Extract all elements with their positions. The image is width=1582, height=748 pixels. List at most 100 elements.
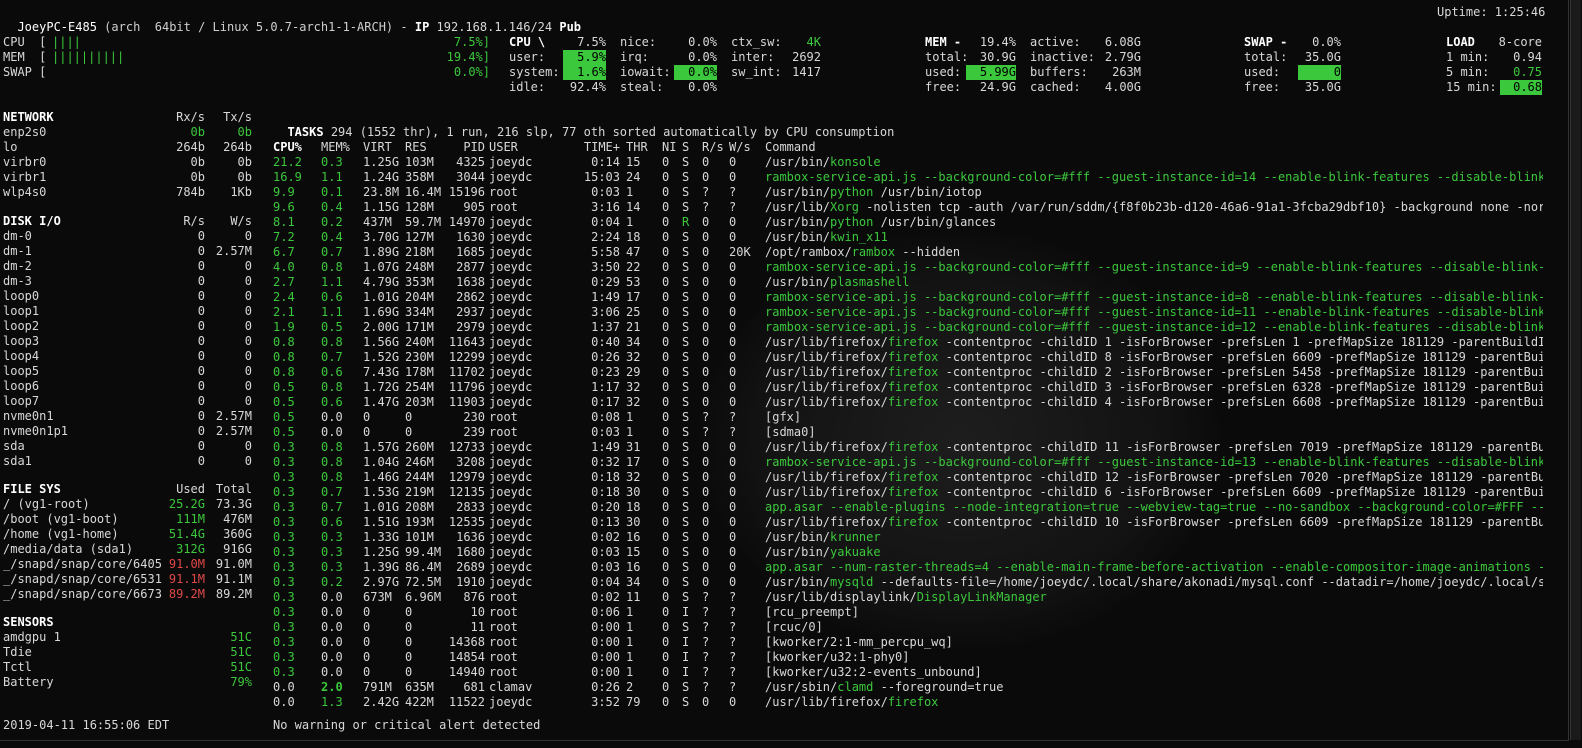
process-cell: 3:52 bbox=[591, 695, 620, 709]
load-value: 0.68 bbox=[1500, 80, 1542, 95]
filesys-title: FILE SYS bbox=[3, 482, 61, 496]
process-command: [kworker/u32:2-events_unbound] bbox=[765, 665, 982, 679]
process-cell: S bbox=[682, 560, 690, 574]
process-cell: 11522 bbox=[448, 695, 485, 709]
process-cell: 32 bbox=[626, 380, 641, 394]
process-cell: 0 bbox=[729, 290, 737, 304]
mem-active-label: active: bbox=[1030, 35, 1081, 49]
process-cell: 0 bbox=[702, 335, 710, 349]
disk-device: loop4 bbox=[3, 349, 40, 363]
disk-read: 0 bbox=[197, 424, 205, 438]
process-cell: 1 bbox=[626, 185, 634, 199]
filesys-used-header: Used bbox=[176, 482, 205, 496]
process-cell: 1 bbox=[626, 620, 634, 634]
disk-device: dm-3 bbox=[3, 274, 32, 288]
process-cell: 0.7 bbox=[321, 485, 343, 499]
process-cell: 0 bbox=[662, 350, 670, 364]
process-cell: 1:49 bbox=[591, 440, 620, 454]
process-cell: joeydc bbox=[489, 365, 533, 379]
filesys-used: 89.2M bbox=[168, 587, 205, 601]
disk-read: 0 bbox=[197, 274, 205, 288]
process-cell: 0:00 bbox=[591, 650, 620, 664]
filesys-used: 91.0M bbox=[168, 557, 205, 571]
cpu-stat-value: 1.6% bbox=[563, 65, 606, 80]
process-cell: 0 bbox=[363, 650, 371, 664]
process-cell: root bbox=[489, 590, 518, 604]
network-interface: virbr0 bbox=[3, 155, 47, 169]
sensor-value: 51C bbox=[230, 630, 252, 644]
process-command: /usr/bin/plasmashell bbox=[765, 275, 910, 289]
process-cell: 11796 bbox=[448, 380, 485, 394]
process-cell: ? bbox=[702, 635, 710, 649]
cpu-stat-label: idle: bbox=[509, 80, 546, 94]
process-cell: root bbox=[489, 605, 518, 619]
process-cell: 0 bbox=[662, 440, 670, 454]
process-cell: 0.3 bbox=[321, 545, 343, 559]
process-cell: ? bbox=[729, 425, 737, 439]
diskio-write-header: W/s bbox=[230, 214, 252, 228]
filesys-mount: _/snapd/snap/core/6673 bbox=[3, 587, 162, 601]
process-cell: ? bbox=[702, 605, 710, 619]
process-cell: 12979 bbox=[448, 470, 485, 484]
process-cell: 0 bbox=[662, 470, 670, 484]
process-command: /usr/lib/firefox/firefox -contentproc -c… bbox=[765, 470, 1543, 484]
process-cell: 0.8 bbox=[321, 455, 343, 469]
process-cell: 0 bbox=[662, 665, 670, 679]
tasks-summary: TASKS 294 (1552 thr), 1 run, 216 slp, 77… bbox=[273, 110, 894, 139]
process-command: /usr/bin/krunner bbox=[765, 530, 881, 544]
process-cell: root bbox=[489, 200, 518, 214]
process-cell: 876 bbox=[463, 590, 485, 604]
process-cell: 219M bbox=[405, 485, 434, 499]
process-cell: 0 bbox=[729, 365, 737, 379]
sensor-name: Tdie bbox=[3, 645, 32, 659]
process-cell: 0.2 bbox=[321, 575, 343, 589]
disk-write: 2.57M bbox=[215, 244, 252, 258]
process-cell: root bbox=[489, 665, 518, 679]
process-cell: 21 bbox=[626, 320, 641, 334]
process-column-header: R/s bbox=[702, 140, 724, 154]
process-column-header: S bbox=[682, 140, 690, 154]
process-cell: 208M bbox=[405, 500, 434, 514]
process-cell: 1 bbox=[626, 215, 634, 229]
process-cell: 0.7 bbox=[321, 350, 343, 364]
mem-stat-label: free: bbox=[925, 80, 962, 94]
process-cell: 0 bbox=[729, 530, 737, 544]
process-command: [sdma0] bbox=[765, 425, 816, 439]
process-cell: 0 bbox=[729, 455, 737, 469]
process-cell: 1:37 bbox=[591, 320, 620, 334]
filesys-total-header: Total bbox=[215, 482, 252, 496]
network-tx-header: Tx/s bbox=[223, 110, 252, 124]
process-cell: 2937 bbox=[456, 305, 485, 319]
uptime: Uptime: 1:25:46 bbox=[1437, 5, 1546, 19]
swap-percent: 0.0% bbox=[1312, 35, 1341, 49]
process-command: /usr/lib/firefox/firefox bbox=[765, 695, 939, 709]
process-cell: 30 bbox=[626, 515, 641, 529]
process-cell: 1 bbox=[626, 665, 634, 679]
process-cell: 0 bbox=[729, 350, 737, 364]
process-cell: S bbox=[682, 200, 690, 214]
process-cell: 254M bbox=[405, 380, 434, 394]
network-rx: 0b bbox=[190, 125, 205, 139]
process-cell: ? bbox=[729, 590, 737, 604]
process-command: /usr/lib/displaylink/DisplayLinkManager bbox=[765, 590, 1047, 604]
process-cell: 15:03 bbox=[583, 170, 620, 184]
process-cell: 0.0 bbox=[321, 650, 343, 664]
disk-device: nvme0n1 bbox=[3, 409, 54, 423]
terminal-scrollbar[interactable] bbox=[1570, 0, 1581, 740]
process-cell: 72.5M bbox=[405, 575, 442, 589]
process-cell: 0 bbox=[729, 545, 737, 559]
process-cell: ? bbox=[729, 185, 737, 199]
process-cell: 0 bbox=[729, 335, 737, 349]
process-cell: 0:17 bbox=[591, 395, 620, 409]
process-cell: 0 bbox=[702, 305, 710, 319]
process-cell: joeydc bbox=[489, 275, 533, 289]
process-cell: 12299 bbox=[448, 350, 485, 364]
process-command: rambox-service-api.js --background-color… bbox=[765, 290, 1543, 304]
diskio-title: DISK I/O bbox=[3, 214, 61, 228]
process-cell: 0 bbox=[702, 695, 710, 709]
process-cell: 3:16 bbox=[591, 200, 620, 214]
process-cell: 0.8 bbox=[321, 470, 343, 484]
process-cell: 32 bbox=[626, 350, 641, 364]
process-cell: 0 bbox=[662, 455, 670, 469]
process-cell: S bbox=[682, 335, 690, 349]
